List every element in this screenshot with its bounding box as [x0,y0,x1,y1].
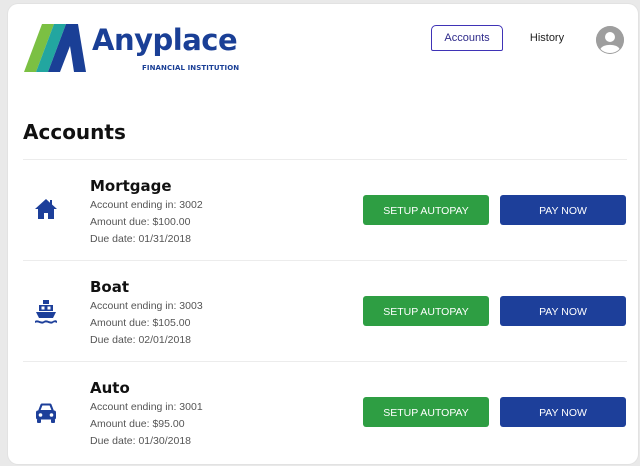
car-icon [36,403,56,423]
brand-subtitle: FINANCIAL INSTITUTION [142,64,240,72]
amount-due: Amount due: $95.00 [90,418,185,430]
boat-icon [35,300,57,324]
amount-due: Amount due: $100.00 [90,216,191,228]
account-row-mortgage: Mortgage Account ending in: 3002 Amount … [23,160,627,260]
setup-autopay-button[interactable]: SETUP AUTOPAY [363,296,489,326]
due-date: Due date: 02/01/2018 [90,334,192,346]
logo-mark-icon [24,24,86,72]
setup-autopay-button[interactable]: SETUP AUTOPAY [363,195,489,225]
user-avatar-icon[interactable] [596,26,624,54]
account-number: Account ending in: 3002 [90,199,203,211]
amount-due: Amount due: $105.00 [90,317,191,329]
tab-accounts[interactable]: Accounts [431,25,503,51]
account-number: Account ending in: 3001 [90,401,203,413]
due-date: Due date: 01/31/2018 [90,233,192,245]
page-title: Accounts [23,120,126,144]
brand-logo[interactable]: Anyplace FINANCIAL INSTITUTION [22,22,252,78]
pay-now-button[interactable]: PAY NOW [500,397,626,427]
account-number: Account ending in: 3003 [90,300,203,312]
app-window: Anyplace FINANCIAL INSTITUTION Accounts … [8,4,638,464]
tab-history[interactable]: History [516,25,578,51]
due-date: Due date: 01/30/2018 [90,435,192,447]
account-name: Mortgage [90,177,172,195]
pay-now-button[interactable]: PAY NOW [500,195,626,225]
setup-autopay-button[interactable]: SETUP AUTOPAY [363,397,489,427]
brand-name: Anyplace [92,23,238,57]
account-name: Auto [90,379,130,397]
account-name: Boat [90,278,130,296]
account-row-boat: Boat Account ending in: 3003 Amount due:… [23,261,627,361]
house-icon [35,199,57,219]
pay-now-button[interactable]: PAY NOW [500,296,626,326]
account-row-auto: Auto Account ending in: 3001 Amount due:… [23,362,627,462]
